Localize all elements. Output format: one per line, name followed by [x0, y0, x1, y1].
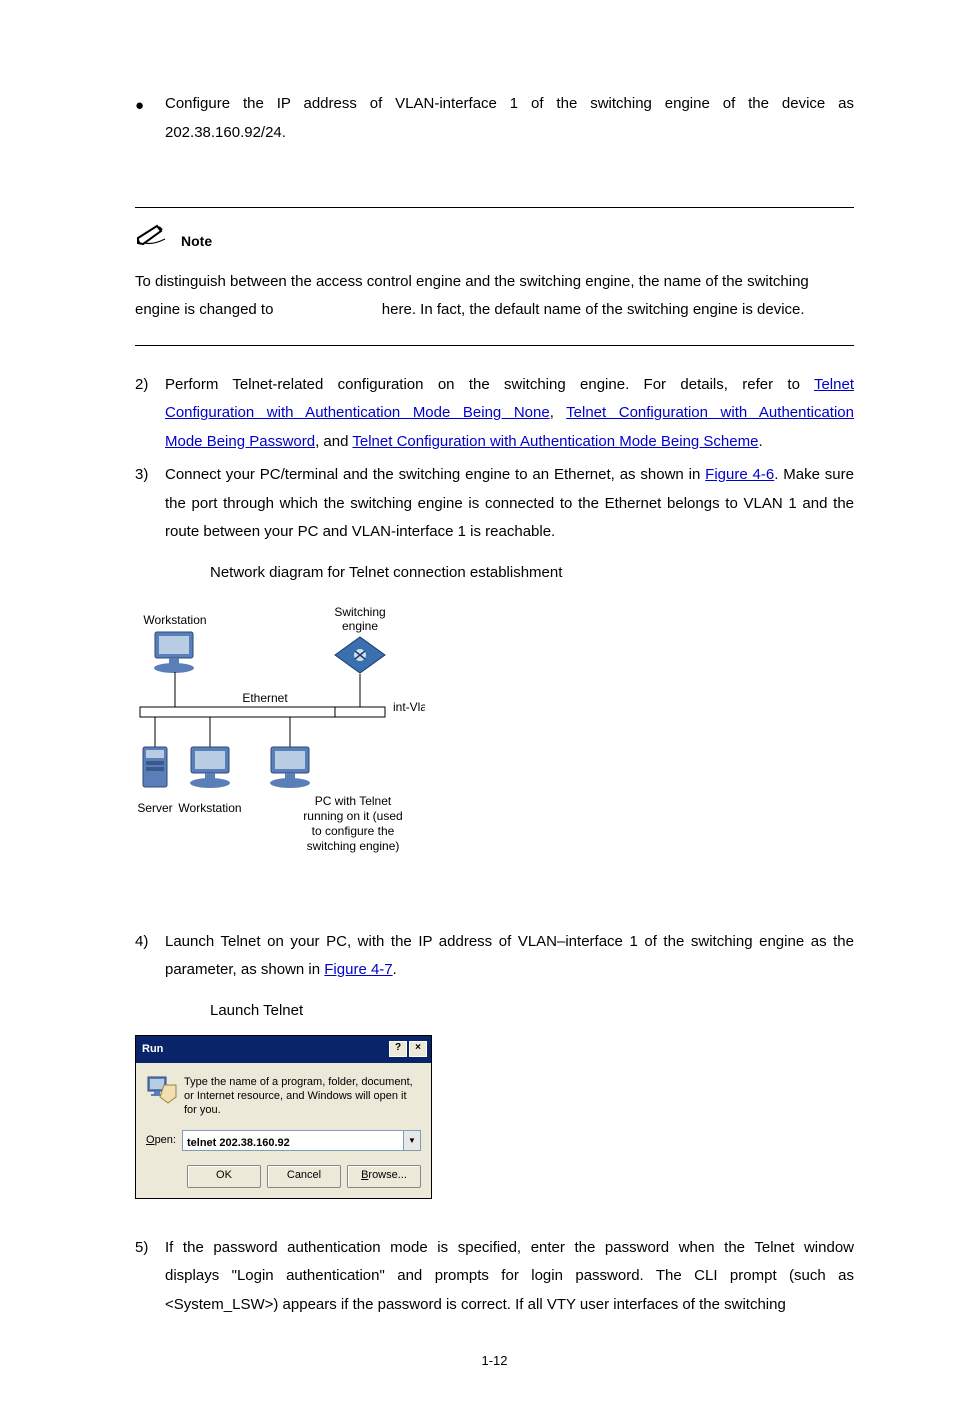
step-num-5: 5) [135, 1234, 165, 1263]
link-telnet-password[interactable]: Telnet Configuration with Authentication [566, 404, 854, 421]
label-int-vlan: int-Vlan1 [393, 700, 425, 714]
run-titlebar: Run ? × [136, 1036, 431, 1063]
link-telnet-none[interactable]: Telnet [814, 376, 854, 393]
link-telnet-none-cont[interactable]: Configuration with Authentication Mode B… [165, 404, 550, 421]
close-button[interactable]: × [409, 1041, 427, 1057]
run-title: Run [142, 1039, 163, 1060]
help-button[interactable]: ? [389, 1041, 407, 1057]
label-server: Server [137, 801, 172, 815]
link-fig-4-7[interactable]: Figure 4-7 [324, 961, 392, 978]
label-switching-engine-2: engine [342, 619, 378, 633]
step-num-3: 3) [135, 461, 165, 490]
page-number: 1-12 [135, 1349, 854, 1374]
step-text-5: If the password authentication mode is s… [165, 1234, 854, 1320]
run-icon [146, 1075, 178, 1118]
label-workstation2: Workstation [178, 801, 241, 815]
label-switching-engine-1: Switching [334, 605, 385, 619]
ok-button[interactable]: OK [187, 1165, 261, 1188]
svg-text:PC with Telnet: PC with Telnet [315, 794, 392, 808]
fig-caption-4-7: Launch Telnet [210, 997, 854, 1026]
note-block: Note To distinguish between the access c… [135, 207, 854, 346]
link-telnet-password-cont[interactable]: Mode Being Password [165, 433, 315, 450]
browse-button[interactable]: Browse... [347, 1165, 421, 1188]
step-text-2: Perform Telnet-related configuration on … [165, 371, 854, 457]
open-label: Open: [146, 1130, 182, 1151]
step-text-3: Connect your PC/terminal and the switchi… [165, 461, 854, 547]
run-dialog: Run ? × Type the name of a program, fold [135, 1035, 432, 1199]
note-body: To distinguish between the access contro… [135, 268, 854, 325]
svg-text:running on it (used: running on it (used [303, 809, 402, 823]
step-num-4: 4) [135, 928, 165, 957]
cancel-button[interactable]: Cancel [267, 1165, 341, 1188]
dropdown-icon[interactable]: ▼ [403, 1131, 420, 1150]
step-text-4: Launch Telnet on your PC, with the IP ad… [165, 928, 854, 985]
fig-caption-4-6: Network diagram for Telnet connection es… [210, 559, 854, 588]
svg-text:switching engine): switching engine) [307, 839, 400, 853]
bullet-dot: ● [135, 90, 165, 121]
note-icon [135, 223, 171, 260]
bullet-text: Configure the IP address of VLAN-interfa… [165, 90, 854, 147]
svg-text:to configure the: to configure the [312, 824, 395, 838]
run-description: Type the name of a program, folder, docu… [178, 1075, 421, 1118]
open-input-value: telnet 202.38.160.92 [183, 1131, 403, 1150]
note-label: Note [181, 228, 212, 255]
label-workstation: Workstation [143, 613, 206, 627]
step-num-2: 2) [135, 371, 165, 400]
network-diagram: Workstation Switching engine int-Vlan1 E… [135, 597, 425, 898]
open-combobox[interactable]: telnet 202.38.160.92 ▼ [182, 1130, 421, 1151]
link-fig-4-6[interactable]: Figure 4-6 [705, 466, 774, 483]
label-ethernet: Ethernet [242, 691, 288, 705]
link-telnet-scheme[interactable]: Telnet Configuration with Authentication… [352, 433, 758, 450]
